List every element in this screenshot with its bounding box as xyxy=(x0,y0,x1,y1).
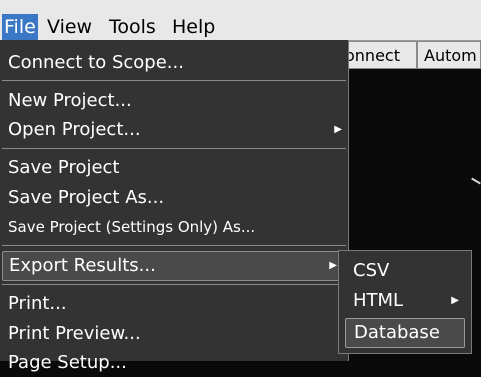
menu-item-print-preview[interactable]: Print Preview... xyxy=(8,320,348,348)
menu-item-new-project[interactable]: New Project... xyxy=(8,87,348,115)
submenu-arrow-icon: ▶ xyxy=(334,124,342,135)
menu-item-open-project[interactable]: Open Project... ▶ xyxy=(8,116,348,144)
menu-tools[interactable]: Tools xyxy=(107,14,158,40)
menu-help[interactable]: Help xyxy=(170,14,217,40)
tab-connect-label: onnect xyxy=(345,46,400,65)
menu-bar: File View Tools Help xyxy=(0,0,481,41)
menu-item-save-project[interactable]: Save Project xyxy=(8,154,348,182)
menu-view[interactable]: View xyxy=(45,14,94,40)
menu-item-label: Save Project (Settings Only) As... xyxy=(8,218,256,236)
submenu-item-html[interactable]: HTML ▶ xyxy=(345,287,465,315)
menu-item-label: Export Results... xyxy=(9,255,156,276)
submenu-item-database[interactable]: Database xyxy=(345,318,465,348)
export-results-submenu: CSV HTML ▶ Database xyxy=(338,250,472,354)
menu-item-page-setup[interactable]: Page Setup... xyxy=(8,349,348,377)
submenu-arrow-icon: ▶ xyxy=(451,295,459,306)
menu-item-label: Save Project xyxy=(8,157,120,178)
menu-item-label: Connect to Scope... xyxy=(8,52,184,73)
menu-item-label: New Project... xyxy=(8,90,132,111)
submenu-item-label: Database xyxy=(354,322,440,343)
tab-automation[interactable]: Autom xyxy=(417,41,481,69)
submenu-item-csv[interactable]: CSV xyxy=(345,257,465,285)
menu-separator xyxy=(2,284,346,285)
tab-automation-label: Autom xyxy=(424,46,477,65)
menu-item-label: Page Setup... xyxy=(8,352,127,373)
menu-item-label: Print Preview... xyxy=(8,323,141,344)
submenu-item-label: CSV xyxy=(353,260,390,281)
menu-item-save-project-as[interactable]: Save Project As... xyxy=(8,184,348,212)
menu-item-label: Print... xyxy=(8,293,67,314)
menu-separator xyxy=(2,245,346,246)
file-menu-dropdown: Connect to Scope... New Project... Open … xyxy=(0,40,349,373)
submenu-arrow-icon: ▶ xyxy=(329,260,337,271)
canvas-line-fragment xyxy=(471,177,481,185)
menu-separator xyxy=(2,80,346,81)
menu-separator xyxy=(2,148,346,149)
menu-item-save-project-settings-only[interactable]: Save Project (Settings Only) As... xyxy=(8,213,348,241)
menu-item-export-results[interactable]: Export Results... ▶ xyxy=(2,251,344,281)
menu-item-label: Save Project As... xyxy=(8,187,165,208)
submenu-item-label: HTML xyxy=(353,290,404,311)
menu-item-print[interactable]: Print... xyxy=(8,290,348,318)
menu-item-connect-to-scope[interactable]: Connect to Scope... xyxy=(8,49,348,77)
menu-item-label: Open Project... xyxy=(8,119,141,140)
menu-file[interactable]: File xyxy=(2,14,38,40)
